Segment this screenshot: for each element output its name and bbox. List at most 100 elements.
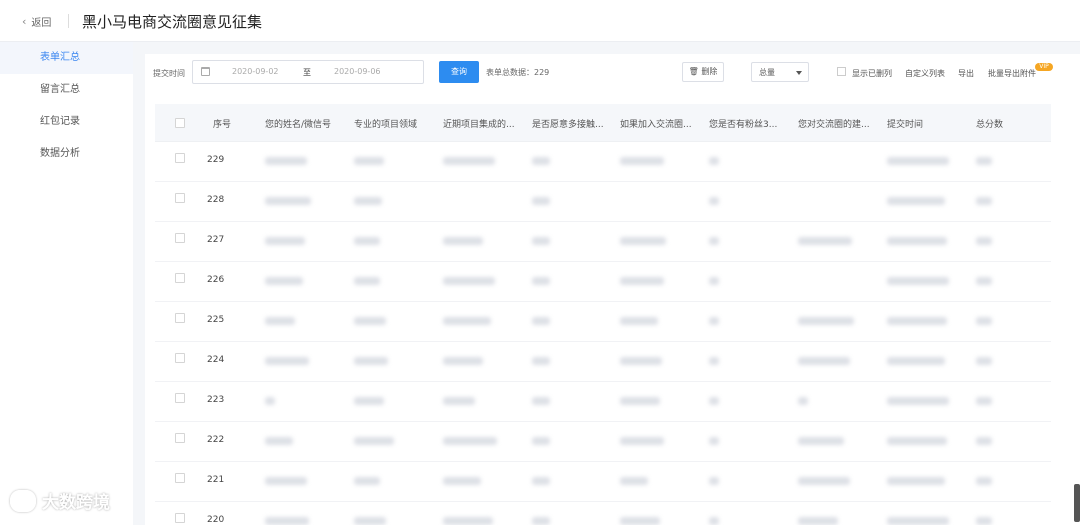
- table-row[interactable]: 221: [155, 462, 1051, 502]
- export-link[interactable]: 导出: [958, 68, 974, 79]
- row-seq: 225: [207, 315, 225, 325]
- redacted-cell: [798, 477, 850, 485]
- row-checkbox[interactable]: [175, 313, 185, 323]
- table-row[interactable]: 224: [155, 342, 1051, 382]
- redacted-cell: [443, 397, 475, 405]
- table-row[interactable]: 220: [155, 502, 1051, 525]
- sidebar-item-form-summary[interactable]: 表单汇总: [0, 42, 133, 74]
- column-header[interactable]: 专业的项目领域: [354, 117, 417, 130]
- redacted-cell: [976, 157, 992, 165]
- redacted-cell: [976, 317, 992, 325]
- redacted-cell: [354, 517, 386, 525]
- table-row[interactable]: 223: [155, 382, 1051, 422]
- redacted-cell: [354, 157, 384, 165]
- column-header[interactable]: 是否愿意多接触...: [532, 117, 604, 130]
- redacted-cell: [976, 357, 992, 365]
- redacted-cell: [265, 237, 305, 245]
- sidebar-item-red-packet-records[interactable]: 红包记录: [0, 106, 133, 138]
- row-checkbox[interactable]: [175, 393, 185, 403]
- redacted-cell: [354, 277, 380, 285]
- redacted-cell: [620, 317, 658, 325]
- redacted-cell: [265, 317, 295, 325]
- redacted-cell: [709, 197, 719, 205]
- row-seq: 222: [207, 435, 225, 445]
- redacted-cell: [265, 277, 303, 285]
- redacted-cell: [798, 437, 844, 445]
- row-seq: 221: [207, 475, 225, 485]
- query-button[interactable]: 查询: [439, 61, 479, 83]
- custom-columns-link[interactable]: 自定义列表: [905, 68, 945, 79]
- redacted-cell: [532, 157, 550, 165]
- back-button[interactable]: ‹ 返回: [22, 14, 51, 29]
- row-checkbox[interactable]: [175, 353, 185, 363]
- show-deleted-label[interactable]: 显示已删列: [852, 68, 892, 79]
- column-header[interactable]: 序号: [213, 117, 231, 130]
- row-checkbox[interactable]: [175, 273, 185, 283]
- row-seq: 226: [207, 275, 225, 285]
- back-label: 返回: [31, 18, 52, 29]
- top-bar: ‹ 返回 黑小马电商交流圈意见征集: [0, 0, 1080, 42]
- row-checkbox[interactable]: [175, 153, 185, 163]
- table-row[interactable]: 227: [155, 222, 1051, 262]
- redacted-cell: [532, 317, 550, 325]
- redacted-cell: [976, 277, 992, 285]
- redacted-cell: [620, 517, 660, 525]
- redacted-cell: [976, 517, 992, 525]
- redacted-cell: [354, 477, 380, 485]
- column-header[interactable]: 近期项目集成的...: [443, 117, 515, 130]
- column-header[interactable]: 提交时间: [887, 117, 923, 130]
- batch-export-link[interactable]: 批量导出附件: [988, 68, 1036, 79]
- redacted-cell: [532, 277, 550, 285]
- column-header[interactable]: 您对交流圈的建...: [798, 117, 870, 130]
- chevron-left-icon: ‹: [22, 15, 27, 28]
- total-count: 表单总数据：229: [486, 68, 550, 77]
- redacted-cell: [620, 397, 660, 405]
- submit-time-label: 提交时间: [153, 69, 185, 78]
- redacted-cell: [532, 237, 550, 245]
- redacted-cell: [709, 517, 719, 525]
- redacted-cell: [976, 397, 992, 405]
- row-checkbox[interactable]: [175, 233, 185, 243]
- column-header[interactable]: 如果加入交流圈...: [620, 117, 692, 130]
- row-checkbox[interactable]: [175, 193, 185, 203]
- date-end-input[interactable]: 2020-09-06: [334, 67, 381, 76]
- date-separator: 至: [303, 68, 311, 77]
- table-row[interactable]: 222: [155, 422, 1051, 462]
- redacted-cell: [354, 357, 388, 365]
- row-checkbox[interactable]: [175, 433, 185, 443]
- redacted-cell: [620, 157, 664, 165]
- table-row[interactable]: 229: [155, 142, 1051, 182]
- row-seq: 227: [207, 235, 225, 245]
- total-select[interactable]: 总量: [751, 62, 809, 82]
- redacted-cell: [709, 237, 719, 245]
- redacted-cell: [532, 477, 550, 485]
- table-row[interactable]: 228: [155, 182, 1051, 222]
- date-start-input[interactable]: 2020-09-02: [232, 67, 279, 76]
- redacted-cell: [798, 237, 852, 245]
- column-header[interactable]: 您的姓名/微信号: [265, 117, 331, 130]
- redacted-cell: [798, 357, 850, 365]
- vip-badge: VIP: [1035, 63, 1053, 71]
- sidebar-item-data-analysis[interactable]: 数据分析: [0, 138, 133, 170]
- redacted-cell: [265, 437, 293, 445]
- show-deleted-checkbox[interactable]: [837, 67, 846, 76]
- row-seq: 224: [207, 355, 225, 365]
- redacted-cell: [887, 237, 947, 245]
- delete-button[interactable]: 🗑 删除: [682, 62, 724, 82]
- sidebar-item-message-summary[interactable]: 留言汇总: [0, 74, 133, 106]
- redacted-cell: [620, 437, 664, 445]
- row-checkbox[interactable]: [175, 473, 185, 483]
- redacted-cell: [354, 317, 386, 325]
- table-row[interactable]: 226: [155, 262, 1051, 302]
- redacted-cell: [443, 437, 497, 445]
- column-header[interactable]: 总分数: [976, 117, 1003, 130]
- date-range-picker[interactable]: 2020-09-02 至 2020-09-06: [192, 60, 424, 84]
- column-header[interactable]: 您是否有粉丝3...: [709, 117, 777, 130]
- redacted-cell: [532, 437, 550, 445]
- redacted-cell: [354, 197, 382, 205]
- table-row[interactable]: 225: [155, 302, 1051, 342]
- scrollbar-thumb[interactable]: [1074, 484, 1080, 522]
- select-all-checkbox[interactable]: [175, 118, 185, 128]
- row-checkbox[interactable]: [175, 513, 185, 523]
- redacted-cell: [887, 277, 949, 285]
